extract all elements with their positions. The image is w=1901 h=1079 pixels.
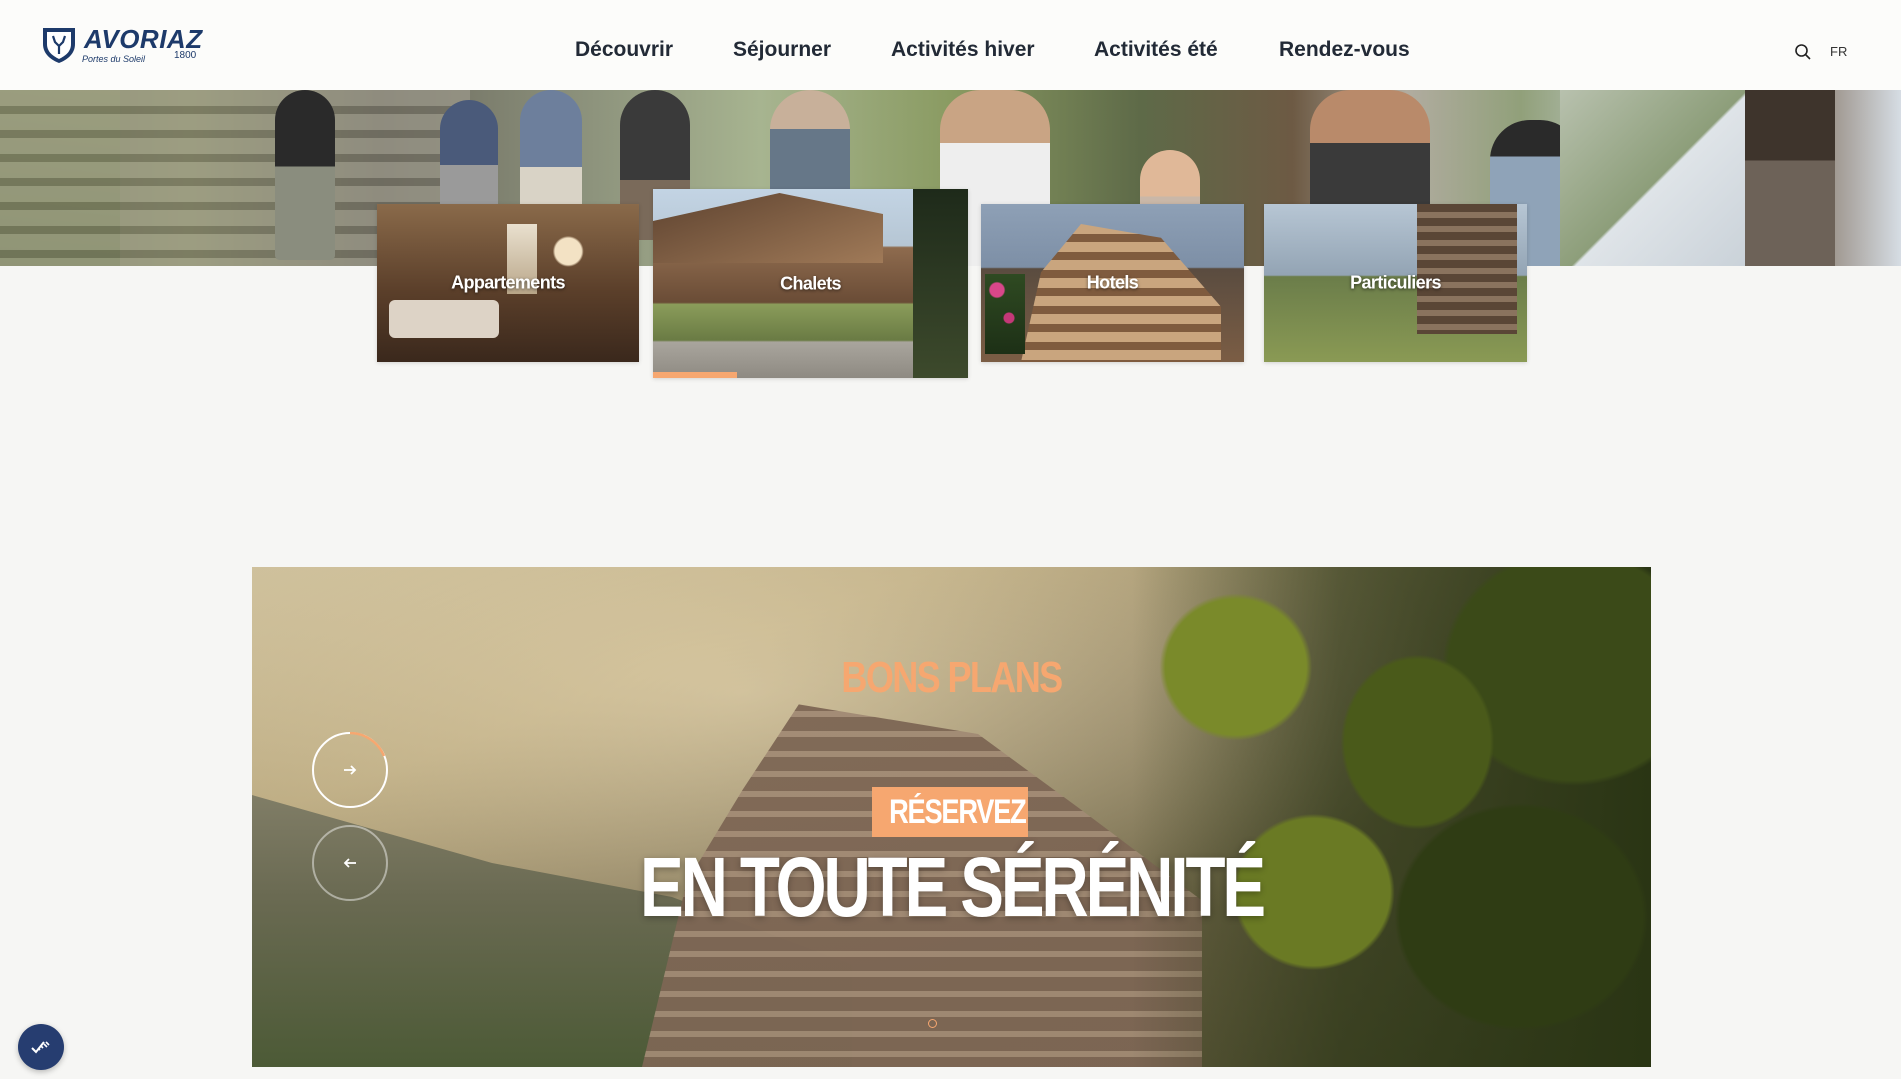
card-photo-building — [1417, 204, 1517, 334]
nav-item-activites-hiver[interactable]: Activités hiver — [891, 36, 1035, 64]
category-label: Appartements — [451, 272, 565, 293]
category-label: Chalets — [780, 273, 841, 293]
carousel-dot[interactable] — [928, 1019, 937, 1028]
category-label: Hotels — [1086, 272, 1139, 293]
nav-item-sejourner[interactable]: Séjourner — [733, 36, 831, 64]
hero-person — [275, 90, 335, 260]
carousel-dots — [925, 1015, 940, 1033]
nav-item-activites-ete[interactable]: Activités été — [1094, 36, 1218, 64]
nav-item-decouvrir[interactable]: Découvrir — [575, 36, 673, 64]
category-card-appartements[interactable]: Appartements — [377, 204, 639, 362]
arrow-left-icon — [343, 858, 356, 868]
promo-kicker: BONS PLANS — [841, 653, 1063, 702]
active-card-progress-bar — [653, 372, 737, 378]
carousel-prev-button[interactable] — [312, 825, 388, 901]
promo-badge-text: RÉSERVEZ — [889, 793, 1027, 831]
cookie-consent-icon — [31, 1041, 50, 1054]
carousel-next-button[interactable] — [312, 732, 388, 808]
promo-badge: RÉSERVEZ — [872, 787, 1028, 837]
promo-photo-tree — [1132, 567, 1651, 1067]
hero-tower — [1745, 90, 1835, 266]
arrow-right-icon — [344, 765, 357, 775]
cookie-consent-button[interactable] — [18, 1024, 64, 1070]
promo-title: EN TOUTE SÉRÉNITÉ — [640, 840, 1266, 934]
card-photo-chalet — [653, 193, 883, 263]
category-card-chalets[interactable]: Chalets — [653, 189, 968, 378]
site-header: AVORIAZ Portes du Soleil 1800 Découvrir … — [0, 0, 1901, 90]
search-icon[interactable] — [1793, 42, 1813, 62]
main-navigation: Découvrir Séjourner Activités hiver Acti… — [0, 0, 1901, 90]
category-label: Particuliers — [1350, 272, 1441, 293]
language-selector[interactable]: FR — [1830, 44, 1847, 59]
promo-banner: BONS PLANS RÉSERVEZ EN TOUTE SÉRÉNITÉ — [252, 567, 1651, 1067]
nav-item-rendez-vous[interactable]: Rendez-vous — [1279, 36, 1410, 64]
card-photo-sofa — [389, 300, 499, 338]
category-card-hotels[interactable]: Hotels — [981, 204, 1244, 362]
category-card-particuliers[interactable]: Particuliers — [1264, 204, 1527, 362]
